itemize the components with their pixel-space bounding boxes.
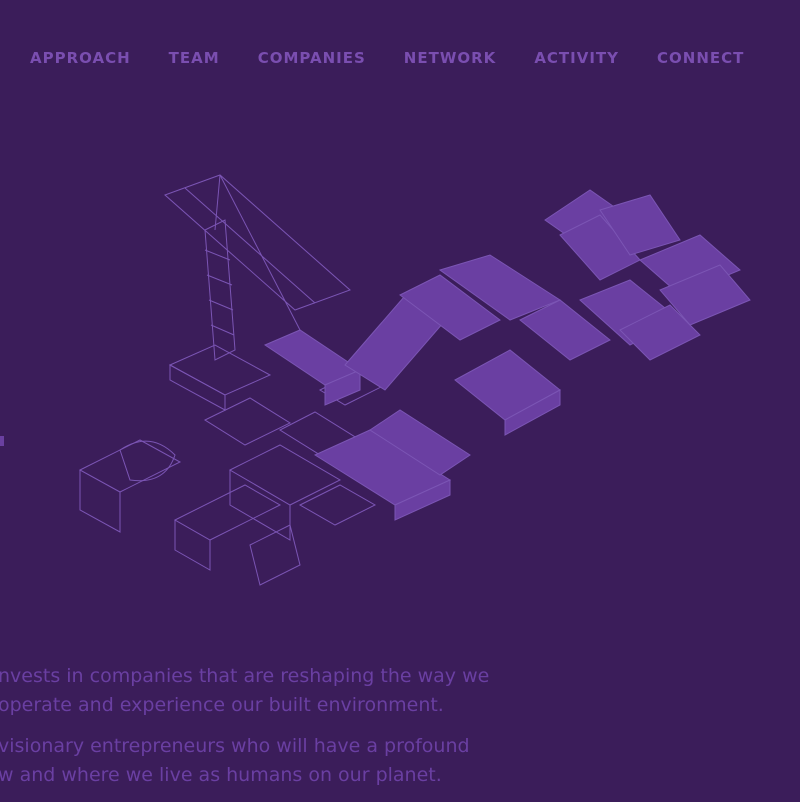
intro-paragraph-2: visionary entrepreneurs who will have a … (0, 732, 528, 790)
intro-paragraph-1: nvests in companies that are reshaping t… (0, 662, 528, 720)
isometric-crane-and-letters-icon (78, 174, 751, 586)
intro-copy: nvests in companies that are reshaping t… (0, 662, 528, 802)
copy-line-1: nvests in companies that are reshaping t… (0, 665, 490, 687)
nav-team[interactable]: TEAM (169, 49, 220, 67)
copy-line-3: visionary entrepreneurs who will have a … (0, 735, 470, 757)
main-nav: APPROACH TEAM COMPANIES NETWORK ACTIVITY… (30, 47, 782, 69)
nav-activity[interactable]: ACTIVITY (534, 49, 619, 67)
nav-connect[interactable]: CONNECT (657, 49, 744, 67)
nav-companies[interactable]: COMPANIES (258, 49, 366, 67)
nav-network[interactable]: NETWORK (404, 49, 497, 67)
copy-line-2: operate and experience our built environ… (0, 694, 444, 716)
hero-illustration (0, 150, 800, 614)
nav-approach[interactable]: APPROACH (30, 49, 131, 67)
copy-line-4: w and where we live as humans on our pla… (0, 764, 442, 786)
